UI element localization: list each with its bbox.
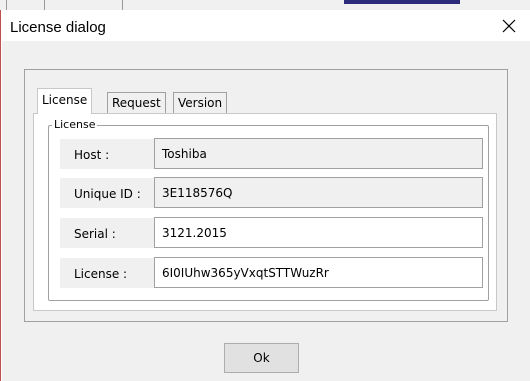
ok-button[interactable]: Ok xyxy=(224,343,299,373)
tab-request[interactable]: Request xyxy=(107,92,166,113)
unique-id-field[interactable]: 3E118576Q xyxy=(154,177,483,208)
background-divider xyxy=(44,0,45,10)
background-divider xyxy=(122,0,123,10)
tab-version[interactable]: Version xyxy=(173,92,228,113)
unique-id-label: Unique ID : xyxy=(60,177,154,208)
host-label: Host : xyxy=(60,138,154,169)
close-button[interactable] xyxy=(487,10,530,41)
serial-field[interactable]: 3121.2015 xyxy=(154,217,483,248)
license-key-field[interactable]: 6I0IUhw365yVxqtSTTWuzRr xyxy=(154,257,483,288)
dialog-title: License dialog xyxy=(10,19,106,36)
background-accent-bar xyxy=(344,0,460,4)
license-groupbox: License Host : Toshiba Unique ID : 3E118… xyxy=(48,118,489,301)
background-divider xyxy=(6,0,7,10)
tab-panel-license: License Host : Toshiba Unique ID : 3E118… xyxy=(33,113,497,311)
serial-label: Serial : xyxy=(60,217,154,248)
license-label: License : xyxy=(60,257,154,288)
host-field[interactable]: Toshiba xyxy=(154,138,483,169)
license-dialog: License dialog License Request Version L… xyxy=(0,10,530,381)
tab-license[interactable]: License xyxy=(37,88,93,114)
dialog-client-area: License Request Version License Host : T… xyxy=(2,41,530,381)
title-bar: License dialog xyxy=(1,10,530,41)
close-icon xyxy=(502,19,516,32)
background-window-strip xyxy=(0,0,530,10)
groupbox-legend: License xyxy=(52,118,98,131)
